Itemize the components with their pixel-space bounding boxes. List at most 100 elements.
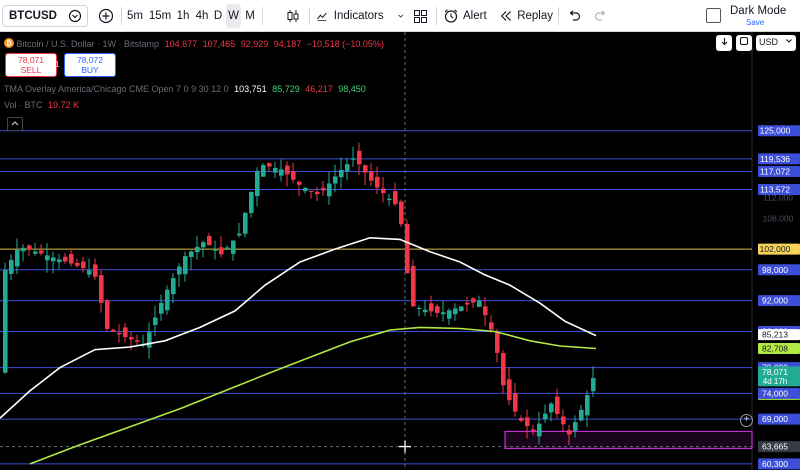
alert-label: Alert xyxy=(463,10,487,22)
candle-body xyxy=(105,300,110,329)
price-tick-label: 108,000 xyxy=(763,213,794,223)
candle-body xyxy=(279,169,284,176)
candle-body xyxy=(99,275,104,303)
svg-text:₿: ₿ xyxy=(6,39,12,48)
replay-label: Replay xyxy=(517,10,553,22)
chart-type-button[interactable] xyxy=(283,4,303,28)
candle-body xyxy=(405,223,410,274)
toolbar-divider xyxy=(558,7,559,25)
candle-body xyxy=(543,413,548,420)
candle-body xyxy=(591,378,596,392)
candle-body xyxy=(429,303,434,312)
buy-price: 78,072 xyxy=(77,55,103,65)
candle-body xyxy=(471,298,476,303)
function-chart-icon xyxy=(317,12,327,21)
fullscreen-button[interactable] xyxy=(736,35,752,51)
bitcoin-logo-icon: ₿ xyxy=(4,38,14,48)
replay-button[interactable]: Replay xyxy=(499,4,553,28)
price-axis-label: 82,708 xyxy=(762,344,788,354)
top-toolbar: BTCUSD 5m 15m 1h 4h D W M Indicators Ale… xyxy=(0,0,800,32)
candle-body xyxy=(501,353,506,386)
timeframe-15m[interactable]: 15m xyxy=(149,4,171,28)
candle-body xyxy=(45,255,50,261)
candle-body xyxy=(75,262,80,266)
toolbar-divider xyxy=(436,7,437,25)
price-chart[interactable]: 112,000108,000125,000119,536117,072113,5… xyxy=(0,32,800,470)
candle-body xyxy=(525,417,530,426)
timeframe-label: 5m xyxy=(127,10,143,22)
candle-body xyxy=(393,191,398,205)
dark-mode-checkbox[interactable] xyxy=(706,8,721,23)
grid-icon xyxy=(413,9,427,23)
timeframe-5m[interactable]: 5m xyxy=(126,4,144,28)
candle-body xyxy=(357,150,362,165)
candle-body xyxy=(297,181,302,185)
buy-label: BUY xyxy=(81,65,99,75)
price-axis-label: 98,000 xyxy=(762,265,788,275)
candle-body xyxy=(183,256,188,275)
timeframe-label: D xyxy=(213,10,223,22)
price-axis-label: 92,000 xyxy=(762,296,788,306)
timeframe-w[interactable]: W xyxy=(226,4,241,28)
compare-add-button[interactable] xyxy=(96,4,116,28)
candle-body xyxy=(567,430,572,435)
templates-button[interactable] xyxy=(410,4,430,28)
timeframe-label: 4h xyxy=(195,10,209,22)
scroll-to-latest-button[interactable] xyxy=(716,35,732,51)
toolbar-divider xyxy=(121,7,122,25)
candle-body xyxy=(345,164,350,172)
symbol-search[interactable]: BTCUSD xyxy=(2,5,88,27)
price-axis-label: 117,072 xyxy=(760,167,790,177)
candle-body xyxy=(243,212,248,234)
candle-body xyxy=(15,249,20,267)
candle-body xyxy=(381,188,386,194)
toolbar-divider xyxy=(309,7,310,25)
candle-body xyxy=(579,409,584,421)
timeframe-label: W xyxy=(228,10,239,22)
timeframe-m[interactable]: M xyxy=(244,4,256,28)
timeframe-label: M xyxy=(245,10,255,22)
timeframe-1h[interactable]: 1h xyxy=(175,4,191,28)
symbol-legend: ₿ Bitcoin / U.S. Dollar · 1W · Bitstamp … xyxy=(4,38,387,49)
indicators-button[interactable]: Indicators xyxy=(316,4,404,28)
timeframe-d[interactable]: D xyxy=(212,4,224,28)
legend-low: 92,929 xyxy=(240,39,269,49)
add-price-alert-button[interactable]: + xyxy=(740,414,753,427)
dark-mode-toggle[interactable]: Dark Mode Save xyxy=(706,3,796,29)
candle-body xyxy=(513,393,518,412)
arrow-down-icon xyxy=(721,38,727,46)
candle-body xyxy=(207,236,212,246)
candle-body xyxy=(273,167,278,173)
candle-body xyxy=(387,198,392,201)
sell-button[interactable]: 78,071 SELL xyxy=(5,53,57,77)
legend-change: −10,518 (−10.05%) xyxy=(306,39,384,49)
candle-body xyxy=(219,247,224,255)
chevron-up-icon xyxy=(11,121,19,126)
candle-body xyxy=(417,308,422,310)
candle-body xyxy=(153,317,158,325)
undo-button[interactable] xyxy=(565,4,583,28)
candle-body xyxy=(339,169,344,178)
candle-body xyxy=(537,423,542,437)
candle-body xyxy=(411,266,416,307)
dark-mode-save-link[interactable]: Save xyxy=(746,18,764,27)
alert-button[interactable]: Alert xyxy=(443,4,491,28)
candle-body xyxy=(351,158,356,160)
price-axis-label: 85,213 xyxy=(762,330,788,340)
candle-body xyxy=(201,242,206,248)
buy-button[interactable]: 78,072 BUY xyxy=(64,53,116,77)
candle-body xyxy=(453,308,458,315)
redo-button[interactable] xyxy=(592,4,610,28)
candle-body xyxy=(225,247,230,250)
volume-label: Vol · BTC xyxy=(4,100,43,110)
undo-icon xyxy=(569,10,581,21)
timeframe-4h[interactable]: 4h xyxy=(194,4,210,28)
candle-body xyxy=(177,266,182,275)
price-axis-label: 69,000 xyxy=(762,414,788,424)
candle-body xyxy=(291,171,296,180)
spread-value: 1 xyxy=(55,60,60,69)
collapse-legend-button[interactable] xyxy=(7,117,23,131)
candle-body xyxy=(399,201,404,225)
currency-select[interactable]: USD xyxy=(756,35,796,51)
candle-body xyxy=(93,264,98,277)
